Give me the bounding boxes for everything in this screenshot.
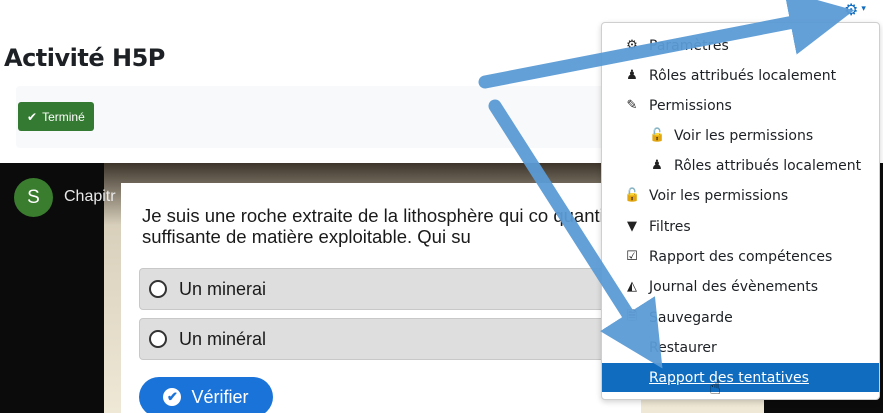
hand-cursor-icon: ☝	[709, 375, 722, 399]
annotation-arrows	[478, 0, 855, 369]
annotation-arrow	[478, 0, 855, 89]
annotation-arrow	[488, 99, 663, 369]
